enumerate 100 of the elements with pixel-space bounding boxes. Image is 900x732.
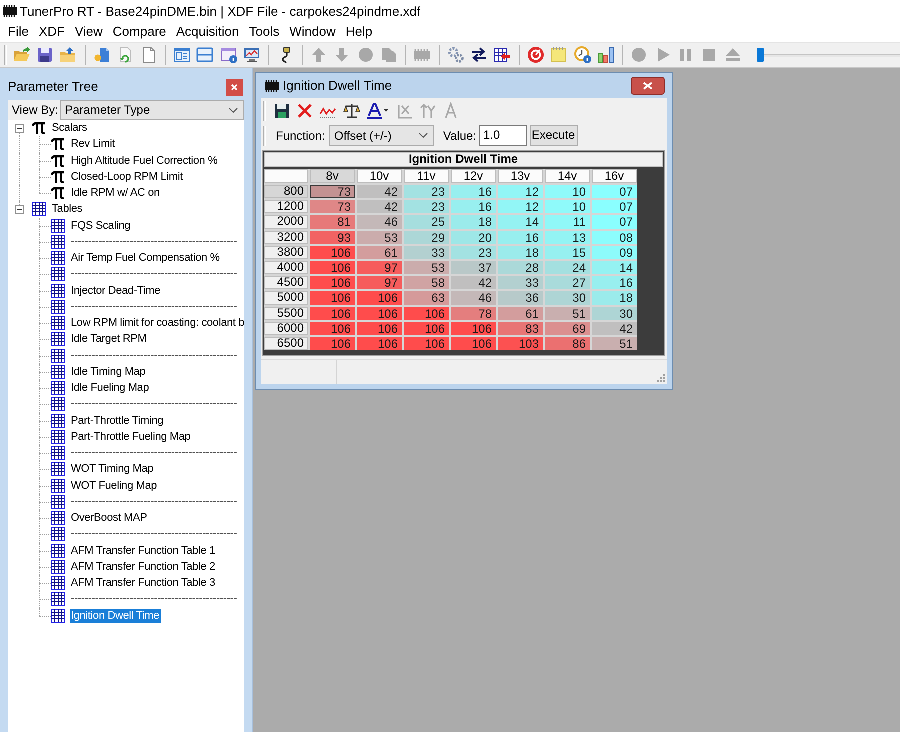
table-cell[interactable]: 46 [451, 291, 496, 304]
tree-item[interactable]: Tables [51, 202, 84, 216]
table-cell[interactable]: 106 [357, 306, 402, 320]
table-cell[interactable]: 24 [545, 260, 590, 274]
tree-item[interactable]: Scalars [51, 121, 88, 136]
tree-item[interactable]: ------------------------------------------------ [70, 494, 238, 509]
tree-item[interactable]: WOT Timing Map [70, 462, 155, 476]
close-button[interactable] [226, 78, 243, 96]
table-cell[interactable]: 07 [592, 200, 637, 214]
tree-item[interactable]: ------------------------------------------------ [70, 397, 238, 412]
tree-item[interactable]: Idle Target RPM [70, 332, 148, 346]
row-header[interactable]: 3200 [264, 230, 308, 244]
table-cell[interactable]: 16 [498, 230, 543, 244]
text-color-dropdown-icon[interactable] [366, 102, 390, 120]
table-cell[interactable]: 106 [451, 322, 496, 335]
table-cell[interactable]: 10 [545, 185, 590, 198]
table-cell[interactable]: 16 [451, 185, 496, 198]
menu-item[interactable]: XDF [34, 23, 70, 41]
table-cell[interactable]: 93 [310, 230, 355, 244]
tree-item[interactable]: FQS Scaling [70, 218, 132, 233]
table-cell[interactable]: 53 [357, 230, 402, 244]
save-icon[interactable] [36, 46, 54, 64]
table-cell[interactable]: 08 [592, 230, 637, 244]
file-icon[interactable] [92, 46, 111, 64]
table-cell[interactable]: 42 [451, 276, 496, 290]
table-cell[interactable]: 106 [404, 306, 449, 320]
table-cell[interactable]: 73 [310, 200, 355, 214]
tree-item[interactable]: Idle Fueling Map [70, 381, 150, 396]
row-header[interactable]: 800 [264, 185, 308, 198]
tree-item[interactable]: ------------------------------------------------ [70, 527, 238, 542]
open-folder-icon[interactable] [12, 46, 31, 64]
column-header[interactable]: 14v [545, 169, 590, 183]
table-cell[interactable]: 33 [498, 276, 543, 290]
row-header[interactable]: 4500 [264, 276, 308, 290]
table-cell[interactable]: 23 [404, 200, 449, 214]
column-header[interactable]: 16v [592, 169, 637, 183]
row-header[interactable]: 2000 [264, 215, 308, 229]
table-cell[interactable]: 13 [545, 230, 590, 244]
table-cell[interactable]: 86 [545, 336, 590, 350]
table-cell[interactable]: 81 [310, 215, 355, 229]
tree-item[interactable]: High Altitude Fuel Correction % [70, 154, 219, 168]
swap-arrows-icon[interactable] [470, 46, 488, 64]
tree-item[interactable]: WOT Fueling Map [70, 478, 158, 493]
table-cell[interactable]: 42 [357, 200, 402, 214]
table-cell[interactable]: 61 [498, 306, 543, 320]
collapse-icon[interactable] [14, 204, 24, 214]
tree-item[interactable]: ------------------------------------------------ [70, 234, 238, 249]
table-cell[interactable]: 33 [404, 246, 449, 259]
table-cell[interactable]: 23 [404, 185, 449, 198]
tree-item[interactable]: Air Temp Fuel Compensation % [70, 251, 221, 266]
tree-item[interactable]: Idle Timing Map [70, 364, 147, 379]
table-cell[interactable]: 12 [498, 200, 543, 214]
table-cell[interactable]: 97 [357, 260, 402, 274]
tree-item[interactable]: AFM Transfer Function Table 2 [70, 560, 216, 574]
table-cell[interactable]: 51 [545, 306, 590, 320]
table-cell[interactable]: 73 [310, 185, 355, 198]
column-header[interactable]: 12v [451, 169, 496, 183]
row-header[interactable]: 4000 [264, 260, 308, 274]
table-cell[interactable]: 16 [451, 200, 496, 214]
row-header[interactable]: 5500 [264, 306, 308, 320]
table-cell[interactable]: 30 [592, 306, 637, 320]
table-cell[interactable]: 51 [592, 336, 637, 350]
tree-item[interactable]: Low RPM limit for coasting: coolant b [70, 316, 244, 330]
row-header[interactable]: 1200 [264, 200, 308, 214]
table-cell[interactable]: 106 [310, 246, 355, 259]
tree-item[interactable]: Injector Dead-Time [70, 284, 162, 298]
tree-item[interactable]: Rev Limit [70, 137, 116, 152]
table-cell[interactable]: 28 [498, 260, 543, 274]
resize-grip-icon[interactable] [656, 373, 665, 382]
tree-item[interactable]: Closed-Loop RPM Limit [70, 170, 184, 184]
tree-item[interactable]: ------------------------------------------------ [70, 267, 238, 282]
gears-icon[interactable] [446, 46, 465, 64]
table-cell[interactable]: 12 [498, 185, 543, 198]
table-cell[interactable]: 23 [451, 246, 496, 259]
table-cell[interactable]: 53 [404, 260, 449, 274]
view-by-dropdown[interactable]: Parameter Type [60, 100, 244, 120]
table-cell[interactable]: 30 [545, 291, 590, 304]
menu-item[interactable]: View [70, 23, 108, 41]
close-button[interactable] [631, 76, 665, 94]
notepad-icon[interactable] [550, 46, 568, 64]
execute-button[interactable]: Execute [530, 125, 578, 146]
tree-item[interactable]: Idle RPM w/ AC on [70, 186, 161, 200]
tree-item[interactable]: Part-Throttle Fueling Map [70, 430, 192, 444]
table-cell[interactable]: 15 [545, 246, 590, 259]
table-cell[interactable]: 07 [592, 215, 637, 229]
table-cell[interactable]: 20 [451, 230, 496, 244]
tree-item[interactable]: OverBoost MAP [70, 511, 148, 526]
menu-item[interactable]: Tools [244, 23, 285, 41]
column-header[interactable]: 8v [310, 169, 355, 183]
function-dropdown[interactable]: Offset (+/-) [329, 125, 434, 146]
tree-item[interactable]: AFM Transfer Function Table 1 [70, 544, 216, 558]
column-header[interactable]: 11v [404, 169, 449, 183]
table-cell[interactable]: 09 [592, 246, 637, 259]
table-cell[interactable]: 42 [357, 185, 402, 198]
table-cell[interactable]: 27 [545, 276, 590, 290]
table-cell[interactable]: 18 [592, 291, 637, 304]
table-cell[interactable]: 07 [592, 185, 637, 198]
menu-item[interactable]: Help [340, 23, 378, 41]
scales-icon[interactable] [342, 102, 361, 120]
menu-item[interactable]: File [3, 23, 34, 41]
